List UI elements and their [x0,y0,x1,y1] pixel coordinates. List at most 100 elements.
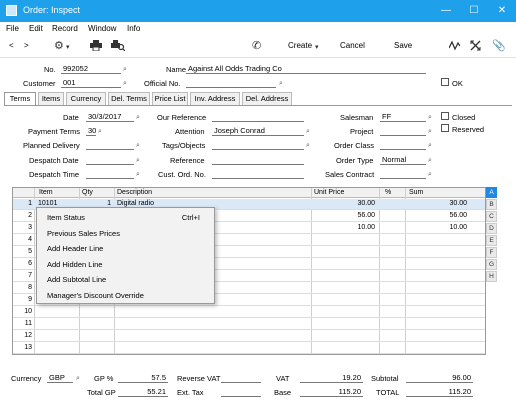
cell-unit-price[interactable] [313,235,375,246]
row-flag-f[interactable]: F [486,247,497,258]
menu-info[interactable]: Info [127,24,140,33]
official-no-field[interactable] [186,78,276,88]
activity-icon[interactable] [448,40,461,54]
row-number[interactable]: 8 [15,283,32,294]
cell-sum[interactable] [407,307,467,318]
cell-sum[interactable]: 10.00 [407,223,467,234]
context-menu-item[interactable]: Add Hidden Line [37,257,214,272]
date-field[interactable]: 30/3/2017 [86,112,134,122]
our-reference-field[interactable] [212,112,304,122]
gear-icon[interactable]: ⚙ [54,40,64,52]
cell-item[interactable] [38,331,78,342]
tags-paste-special-icon[interactable]: ⌕ [306,142,310,150]
cell-percent[interactable] [381,235,403,246]
cell-percent[interactable] [381,223,403,234]
tab-items[interactable]: Items [38,92,64,105]
order-class-paste-special-icon[interactable]: ⌕ [428,142,432,150]
menu-file[interactable]: File [6,24,19,33]
print-icon[interactable] [90,40,102,54]
closed-checkbox[interactable] [441,112,449,120]
cell-percent[interactable] [381,271,403,282]
cell-description[interactable] [117,343,307,354]
cell-item[interactable] [38,319,78,330]
row-number[interactable]: 12 [15,331,32,342]
tab-del-terms[interactable]: Del. Terms [108,92,150,105]
cell-percent[interactable] [381,307,403,318]
currency-paste-special-icon[interactable]: ⌕ [76,375,80,383]
row-number[interactable]: 10 [15,307,32,318]
cancel-button[interactable]: Cancel [340,41,365,50]
row-number[interactable]: 4 [15,235,32,246]
sales-contract-paste-special-icon[interactable]: ⌕ [428,171,432,179]
tab-inv-address[interactable]: Inv. Address [190,92,240,105]
cell-qty[interactable] [81,343,111,354]
row-flag-c[interactable]: C [486,211,497,222]
print-preview-icon[interactable] [111,40,126,54]
official-paste-special-icon[interactable]: ⌕ [279,80,283,88]
cell-sum[interactable] [407,343,467,354]
table-row[interactable]: 10 [13,307,485,318]
row-flag-h[interactable]: H [486,271,497,282]
save-button[interactable]: Save [394,41,412,50]
row-number[interactable]: 3 [15,223,32,234]
despatch-date-paste-special-icon[interactable]: ⌕ [136,157,140,165]
order-type-paste-special-icon[interactable]: ⌕ [428,157,432,165]
phone-icon[interactable]: ✆ [252,40,261,52]
context-menu-item[interactable]: Manager's Discount Override [37,288,214,303]
planned-delivery-field[interactable] [86,140,134,150]
cell-unit-price[interactable]: 56.00 [313,211,375,222]
cell-unit-price[interactable] [313,343,375,354]
cell-unit-price[interactable]: 10.00 [313,223,375,234]
context-menu-item[interactable]: Add Subtotal Line [37,272,214,287]
cell-unit-price[interactable] [313,295,375,306]
cell-qty[interactable] [81,319,111,330]
no-field[interactable]: 992052 [61,64,121,74]
cell-percent[interactable] [381,199,403,210]
row-number[interactable]: 13 [15,343,32,354]
cell-item[interactable] [38,343,78,354]
reserved-checkbox[interactable] [441,124,449,132]
back-button[interactable]: < [9,41,14,50]
cell-sum[interactable] [407,283,467,294]
cell-percent[interactable] [381,247,403,258]
salesman-field[interactable]: FF [380,112,426,122]
attachment-icon[interactable]: 📎 [492,40,506,52]
cell-unit-price[interactable] [313,259,375,270]
tab-del-address[interactable]: Del. Address [242,92,292,105]
forward-button[interactable]: > [24,41,29,50]
ok-checkbox[interactable] [441,78,449,86]
order-class-field[interactable] [380,140,426,150]
row-number[interactable]: 11 [15,319,32,330]
cell-description[interactable] [117,331,307,342]
cell-unit-price[interactable] [313,247,375,258]
cell-unit-price[interactable] [313,307,375,318]
row-number[interactable]: 1 [15,199,32,210]
create-button[interactable]: Create [288,41,312,50]
payment-terms-field[interactable]: 30 [86,126,96,136]
table-row[interactable]: 12 [13,331,485,342]
cell-qty[interactable] [81,331,111,342]
row-number[interactable]: 6 [15,259,32,270]
minimize-button[interactable]: — [432,0,460,22]
payment-terms-paste-special-icon[interactable]: ⌕ [98,128,102,136]
menu-edit[interactable]: Edit [29,24,43,33]
cell-percent[interactable] [381,283,403,294]
customer-field[interactable]: 001 [61,78,121,88]
row-number[interactable]: 2 [15,211,32,222]
cust-ord-no-field[interactable] [212,169,304,179]
currency-field[interactable]: GBP [47,373,73,383]
cell-item[interactable] [38,307,78,318]
cell-sum[interactable] [407,235,467,246]
tab-price-list[interactable]: Price List [152,92,188,105]
row-number[interactable]: 7 [15,271,32,282]
despatch-date-field[interactable] [86,155,134,165]
row-flag-a[interactable]: A [486,187,497,198]
cell-percent[interactable] [381,259,403,270]
cell-unit-price[interactable] [313,283,375,294]
salesman-paste-special-icon[interactable]: ⌕ [428,114,432,122]
cell-unit-price[interactable] [313,331,375,342]
cell-unit-price[interactable] [313,319,375,330]
customer-paste-special-icon[interactable]: ⌕ [123,80,127,88]
menu-record[interactable]: Record [52,24,78,33]
cell-sum[interactable] [407,295,467,306]
